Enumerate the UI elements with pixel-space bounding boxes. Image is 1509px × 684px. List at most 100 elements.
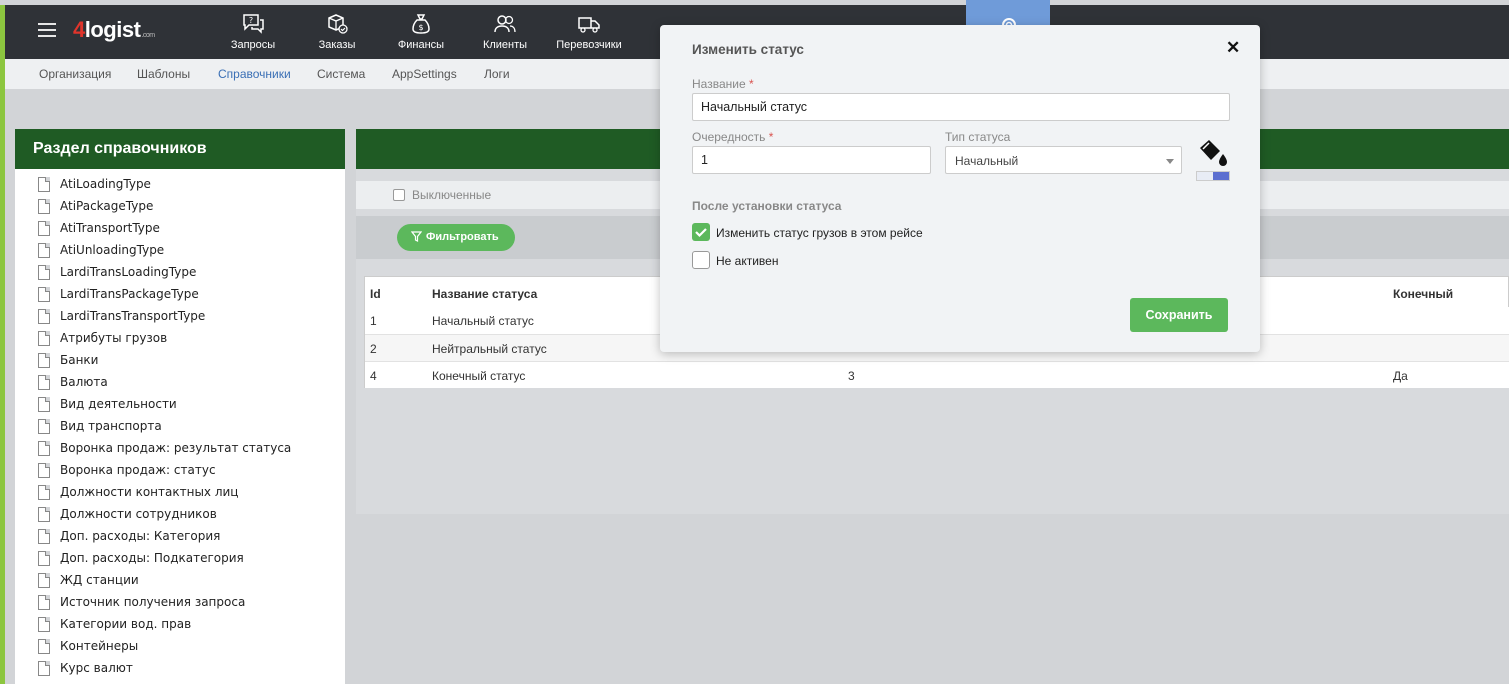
directory-item[interactable]: Доп. расходы: Подкатегория [15,547,345,569]
directory-item-label: Должности контактных лиц [60,485,239,499]
document-icon [38,573,50,588]
nav-label: Финансы [397,39,445,51]
directory-item-label: Контейнеры [60,639,139,653]
document-icon [38,331,50,346]
directory-panel: Раздел справочников AtiLoadingType AtiPac… [15,129,345,684]
change-cargo-status-label: Изменить статус грузов в этом рейсе [716,226,923,240]
directory-item[interactable]: ЖД станции [15,569,345,591]
directory-item-label: Валюта [60,375,108,389]
directory-item[interactable]: Должности контактных лиц [15,481,345,503]
directory-item-label: LardiTransLoadingType [60,265,197,279]
nav-label: Перевозчики [556,39,622,51]
directory-item[interactable]: Контейнеры [15,635,345,657]
document-icon [38,287,50,302]
menu-icon[interactable] [38,23,56,37]
document-icon [38,661,50,676]
cell-id: 4 [370,369,377,383]
app-logo[interactable]: 4logist.com [73,17,155,43]
save-button[interactable]: Сохранить [1130,298,1228,332]
directory-panel-title: Раздел справочников [15,129,345,169]
type-select[interactable]: Начальный [945,146,1182,174]
side-stripe [0,89,5,684]
directory-item[interactable]: Курс валют [15,657,345,679]
directory-item[interactable]: Воронка продаж: статус [15,459,345,481]
nav-finance[interactable]: $ Финансы [379,5,463,59]
money-bag-icon: $ [412,14,430,34]
directory-item[interactable]: LardiTransLoadingType [15,261,345,283]
cell-name: Начальный статус [432,314,534,328]
modal-title: Изменить статус [692,42,804,57]
document-icon [38,485,50,500]
type-select-value: Начальный [955,154,1019,168]
directory-list: AtiLoadingType AtiPackageType AtiTransport… [15,169,345,679]
document-icon [38,353,50,368]
inactive-checkbox[interactable] [692,251,710,269]
disabled-checkbox[interactable] [393,189,405,201]
directory-item[interactable]: AtiLoadingType [15,173,345,195]
directory-item[interactable]: Должности сотрудников [15,503,345,525]
document-icon [38,595,50,610]
col-header-id[interactable]: Id [370,287,381,301]
filter-button[interactable]: Фильтровать [397,224,515,251]
document-icon [38,507,50,522]
document-icon [38,199,50,214]
nav-label: Запросы [230,39,276,51]
paint-bucket-icon[interactable] [1196,138,1230,168]
cell-final: Да [1393,369,1408,383]
directory-item[interactable]: LardiTransTransportType [15,305,345,327]
directory-item[interactable]: AtiUnloadingType [15,239,345,261]
directory-item-label: Вид транспорта [60,419,162,433]
cell-id: 2 [370,342,377,356]
document-icon [38,243,50,258]
nav-clients[interactable]: Клиенты [463,5,547,59]
directory-item[interactable]: Вид транспорта [15,415,345,437]
order-input[interactable]: 1 [692,146,931,174]
change-cargo-status-checkbox[interactable] [692,223,710,241]
nav-carriers[interactable]: Перевозчики [547,5,631,59]
filter-icon [410,231,423,242]
directory-item[interactable]: Источник получения запроса [15,591,345,613]
subnav-system[interactable]: Система [317,67,365,81]
name-input[interactable]: Начальный статус [692,93,1230,121]
directory-item-label: Категории вод. прав [60,617,192,631]
document-icon [38,551,50,566]
directory-item-label: AtiPackageType [60,199,154,213]
subnav-organization[interactable]: Организация [39,67,111,81]
close-icon[interactable]: ✕ [1226,38,1240,58]
type-label: Тип статуса [945,130,1011,144]
subnav-logs[interactable]: Логи [484,67,510,81]
order-label: Очередность * [692,130,774,144]
directory-item[interactable]: Атрибуты грузов [15,327,345,349]
directory-item[interactable]: Банки [15,349,345,371]
document-icon [38,529,50,544]
document-icon [38,441,50,456]
directory-item[interactable]: Вид деятельности [15,393,345,415]
directory-item[interactable]: Воронка продаж: результат статуса [15,437,345,459]
directory-item[interactable]: AtiPackageType [15,195,345,217]
subnav-directories[interactable]: Справочники [218,67,291,81]
nav-requests[interactable]: ? Запросы [211,5,295,59]
directory-item[interactable]: Категории вод. прав [15,613,345,635]
directory-item[interactable]: AtiTransportType [15,217,345,239]
document-icon [38,265,50,280]
cell-order: 3 [848,369,855,383]
subnav-appsettings[interactable]: AppSettings [392,67,457,81]
directory-item-label: AtiLoadingType [60,177,151,191]
col-header-name[interactable]: Название статуса [432,287,537,301]
subnav-templates[interactable]: Шаблоны [137,67,190,81]
directory-item[interactable]: Доп. расходы: Категория [15,525,345,547]
name-label: Название * [692,77,754,91]
nav-orders[interactable]: Заказы [295,5,379,59]
table-row[interactable]: 4 Конечный статус 3 Да [365,361,1509,388]
cell-name: Конечный статус [432,369,526,383]
document-icon [38,463,50,478]
directory-item-label: LardiTransTransportType [60,309,206,323]
color-swatch[interactable] [1196,171,1230,181]
directory-item[interactable]: Валюта [15,371,345,393]
chevron-down-icon [1166,159,1174,164]
directory-item[interactable]: LardiTransPackageType [15,283,345,305]
document-icon [38,375,50,390]
document-icon [38,617,50,632]
col-header-final[interactable]: Конечный [1393,287,1453,301]
directory-item-label: Доп. расходы: Категория [60,529,221,543]
